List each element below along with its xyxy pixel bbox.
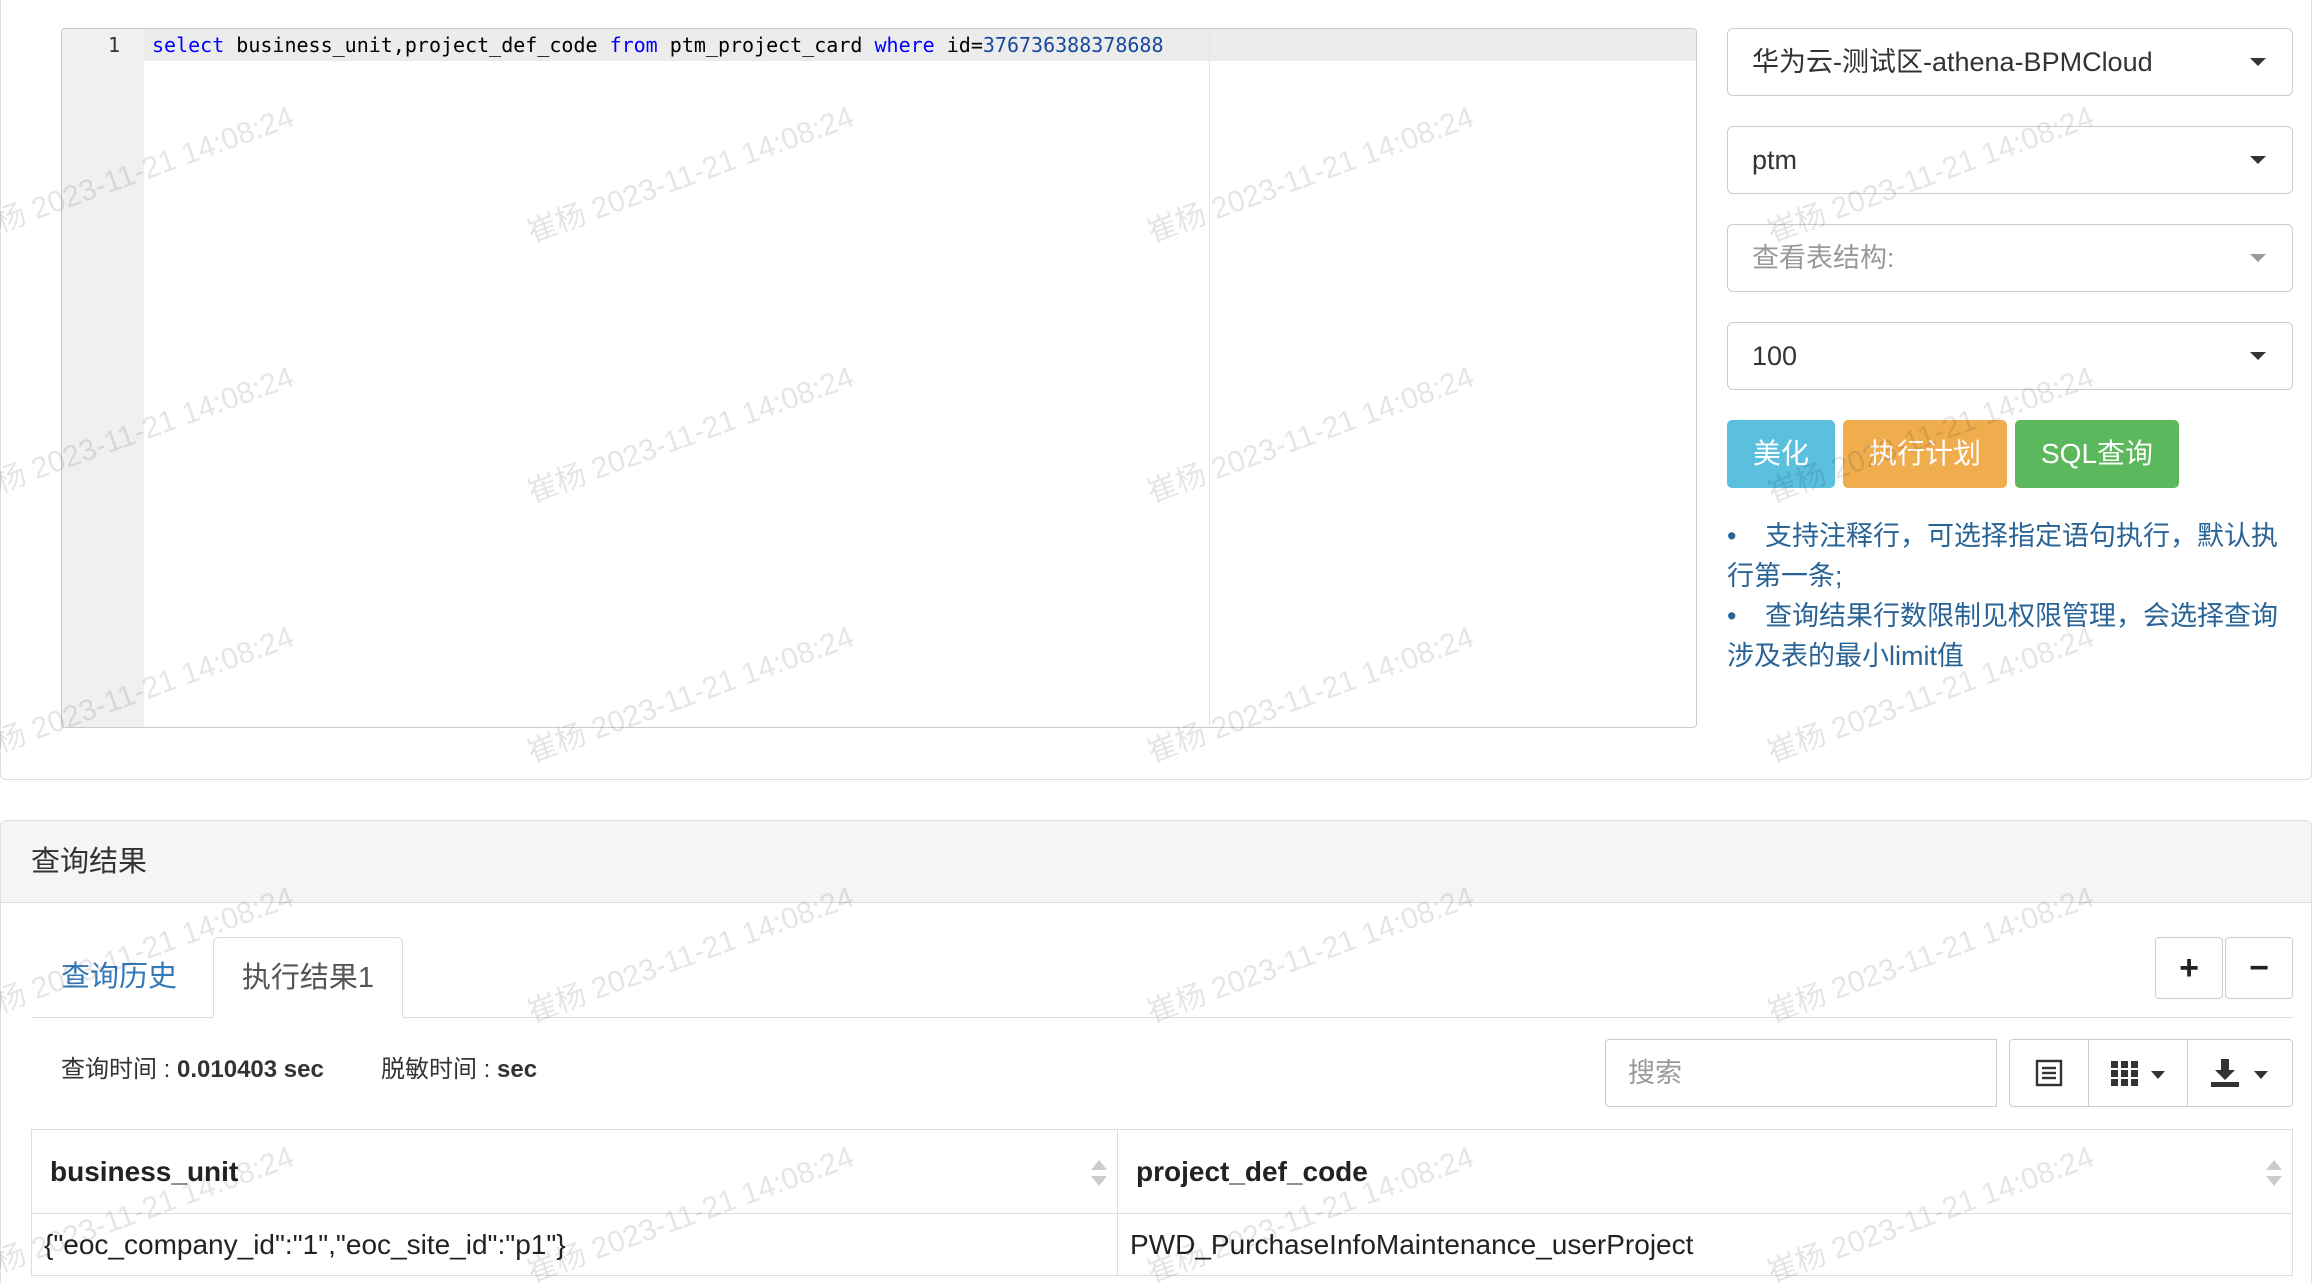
sort-icon <box>2266 1160 2282 1186</box>
mask-time: 脱敏时间 : sec <box>381 1053 537 1087</box>
query-panel: 1 select business_unit,project_def_code … <box>0 0 2312 780</box>
column-header-label: project_def_code <box>1136 1155 1368 1187</box>
mask-time-label: 脱敏时间 : <box>381 1056 498 1083</box>
sort-icon <box>1091 1160 1107 1186</box>
sql-keyword: from <box>609 33 658 57</box>
table-row[interactable]: {"eoc_company_id":"1","eoc_site_id":"p1"… <box>31 1213 2293 1276</box>
editor-gutter <box>62 29 144 727</box>
export-button[interactable] <box>2187 1039 2293 1107</box>
table-header-row: business_unit project_def_code <box>31 1129 2293 1214</box>
column-header-business-unit[interactable]: business_unit <box>31 1129 1118 1214</box>
column-header-project-def-code[interactable]: project_def_code <box>1117 1129 2293 1214</box>
columns-button[interactable] <box>2088 1039 2188 1107</box>
bullet-icon: • <box>1727 521 1737 551</box>
mask-time-value: sec <box>497 1056 538 1083</box>
instance-select-value: 华为云-测试区-athena-BPMCloud <box>1752 47 2153 77</box>
database-select[interactable]: ptm <box>1727 126 2293 194</box>
limit-select[interactable]: 100 <box>1727 322 2293 390</box>
tips-list: • 支持注释行，可选择指定语句执行，默认执行第一条; • 查询结果行数限制见权限管理… <box>1727 516 2293 676</box>
result-header: 查询结果 <box>1 821 2311 903</box>
grid-icon <box>2111 1061 2138 1086</box>
search-input[interactable] <box>1605 1039 1997 1107</box>
instance-select[interactable]: 华为云-测试区-athena-BPMCloud <box>1727 28 2293 96</box>
tab-query-history[interactable]: 查询历史 <box>31 937 207 1018</box>
table-structure-select[interactable]: 查看表结构: <box>1727 224 2293 292</box>
tip-text: 支持注释行，可选择指定语句执行，默认执行第一条; <box>1727 521 2278 591</box>
sql-text: business_unit,project_def_code <box>224 33 610 57</box>
sql-keyword: where <box>874 33 935 57</box>
list-icon <box>2035 1059 2063 1087</box>
remove-tab-button[interactable]: − <box>2225 937 2293 999</box>
sql-query-button[interactable]: SQL查询 <box>2015 420 2179 488</box>
caret-down-icon <box>2250 58 2266 66</box>
table-structure-placeholder: 查看表结构: <box>1752 243 1895 273</box>
print-margin <box>1209 29 1210 727</box>
sql-number: 376736388378688 <box>982 33 1164 57</box>
caret-down-icon <box>2250 254 2266 262</box>
table-cell[interactable]: {"eoc_company_id":"1","eoc_site_id":"p1"… <box>31 1213 1118 1276</box>
result-table: business_unit project_def_code {"eoc_com… <box>31 1129 2293 1276</box>
query-time-label: 查询时间 : <box>61 1056 178 1083</box>
caret-down-icon <box>2250 352 2266 360</box>
sql-text: id= <box>934 33 983 57</box>
add-tab-button[interactable]: + <box>2155 937 2223 999</box>
result-panel: 查询结果 查询历史 执行结果1 + − 查询时间 : 0.010403 sec … <box>0 820 2312 1283</box>
sql-text: ptm_project_card <box>657 33 875 57</box>
column-header-label: business_unit <box>50 1155 239 1187</box>
download-icon <box>2211 1059 2239 1087</box>
plus-icon: + <box>2179 949 2199 987</box>
tip-item: • 支持注释行，可选择指定语句执行，默认执行第一条; <box>1727 516 2293 596</box>
minus-icon: − <box>2249 949 2269 987</box>
query-time: 查询时间 : 0.010403 sec <box>61 1053 324 1087</box>
tip-text: 查询结果行数限制见权限管理，会选择查询涉及表的最小limit值 <box>1727 601 2278 671</box>
limit-select-value: 100 <box>1752 341 1798 371</box>
beautify-button[interactable]: 美化 <box>1727 420 1835 488</box>
caret-down-icon <box>2250 156 2266 164</box>
toggle-view-button[interactable] <box>2009 1039 2089 1107</box>
line-number: 1 <box>107 33 120 57</box>
table-cell[interactable]: PWD_PurchaseInfoMaintenance_userProject <box>1117 1213 2293 1276</box>
tab-execution-result-1[interactable]: 执行结果1 <box>213 937 403 1018</box>
database-select-value: ptm <box>1752 145 1798 175</box>
sql-editor[interactable]: 1 select business_unit,project_def_code … <box>61 28 1697 728</box>
result-title: 查询结果 <box>31 846 148 878</box>
tip-item: • 查询结果行数限制见权限管理，会选择查询涉及表的最小limit值 <box>1727 596 2293 676</box>
code-line[interactable]: select business_unit,project_def_code fr… <box>152 29 1164 61</box>
caret-down-icon <box>2151 1071 2165 1079</box>
explain-plan-button[interactable]: 执行计划 <box>1843 420 2007 488</box>
bullet-icon: • <box>1727 601 1737 631</box>
caret-down-icon <box>2254 1071 2268 1079</box>
query-time-value: 0.010403 sec <box>177 1056 324 1083</box>
sql-keyword: select <box>152 33 225 57</box>
